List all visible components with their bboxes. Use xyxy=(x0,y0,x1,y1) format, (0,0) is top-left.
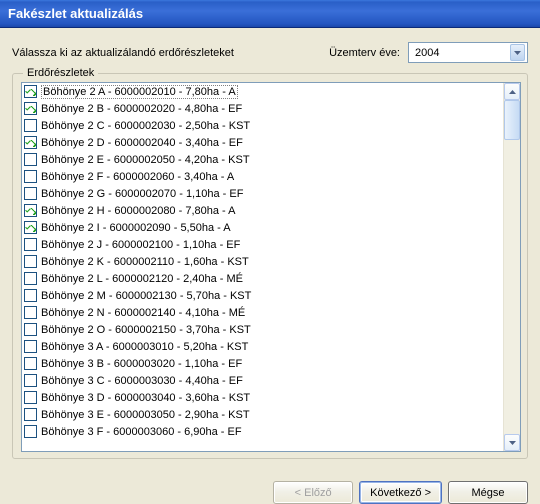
list-item-label: Böhönye 2 F - 6000002060 - 3,40ha - A xyxy=(41,171,234,183)
list-item[interactable]: Böhönye 2 J - 6000002100 - 1,10ha - EF xyxy=(22,236,503,253)
top-row: Válassza ki az aktualizálandó erdőrészle… xyxy=(12,42,528,63)
list-item-label: Böhönye 2 A - 6000002010 - 7,80ha - A xyxy=(41,85,238,99)
checkbox[interactable] xyxy=(24,408,37,421)
checkbox[interactable] xyxy=(24,323,37,336)
list-item[interactable]: Böhönye 2 D - 6000002040 - 3,40ha - EF xyxy=(22,134,503,151)
checkbox[interactable] xyxy=(24,119,37,132)
checkbox[interactable] xyxy=(24,238,37,251)
vertical-scrollbar[interactable] xyxy=(503,83,520,451)
groupbox-title: Erdőrészletek xyxy=(23,67,98,79)
list-item-label: Böhönye 2 C - 6000002030 - 2,50ha - KST xyxy=(41,120,250,132)
checkbox[interactable] xyxy=(24,170,37,183)
wizard-buttons: < Előző Következő > Mégse xyxy=(0,469,540,504)
list-item[interactable]: Böhönye 2 F - 6000002060 - 3,40ha - A xyxy=(22,168,503,185)
list-item-label: Böhönye 2 M - 6000002130 - 5,70ha - KST xyxy=(41,290,251,302)
list-item[interactable]: Böhönye 2 O - 6000002150 - 3,70ha - KST xyxy=(22,321,503,338)
checkbox[interactable] xyxy=(24,306,37,319)
back-button-label: < Előző xyxy=(295,487,332,499)
checkbox[interactable] xyxy=(24,425,37,438)
chevron-down-icon xyxy=(510,44,525,61)
list-item-label: Böhönye 2 N - 6000002140 - 4,10ha - MÉ xyxy=(41,307,245,319)
plan-year-select[interactable]: 2004 xyxy=(408,42,528,63)
checkbox[interactable] xyxy=(24,289,37,302)
parcels-items: Böhönye 2 A - 6000002010 - 7,80ha - A Böh… xyxy=(22,83,503,451)
list-item-label: Böhönye 3 A - 6000003010 - 5,20ha - KST xyxy=(41,341,248,353)
plan-year-label: Üzemterv éve: xyxy=(329,47,400,59)
list-item-label: Böhönye 2 H - 6000002080 - 7,80ha - A xyxy=(41,205,235,217)
checkbox[interactable] xyxy=(24,272,37,285)
list-item-label: Böhönye 2 K - 6000002110 - 1,60ha - KST xyxy=(41,256,249,268)
list-item[interactable]: Böhönye 2 N - 6000002140 - 4,10ha - MÉ xyxy=(22,304,503,321)
list-item-label: Böhönye 2 G - 6000002070 - 1,10ha - EF xyxy=(41,188,243,200)
titlebar: Fakészlet aktualizálás xyxy=(0,0,540,28)
checkbox[interactable] xyxy=(24,340,37,353)
list-item-label: Böhönye 3 E - 6000003050 - 2,90ha - KST xyxy=(41,409,250,421)
list-item-label: Böhönye 3 C - 6000003030 - 4,40ha - EF xyxy=(41,375,243,387)
list-item-label: Böhönye 2 B - 6000002020 - 4,80ha - EF xyxy=(41,103,242,115)
checkbox[interactable] xyxy=(24,204,37,217)
parcels-groupbox: Erdőrészletek Böhönye 2 A - 6000002010 -… xyxy=(12,73,528,459)
plan-year-value: 2004 xyxy=(415,47,439,59)
list-item-label: Böhönye 2 I - 6000002090 - 5,50ha - A xyxy=(41,222,231,234)
list-item[interactable]: Böhönye 2 G - 6000002070 - 1,10ha - EF xyxy=(22,185,503,202)
list-item-label: Böhönye 2 J - 6000002100 - 1,10ha - EF xyxy=(41,239,240,251)
parcels-listbox: Böhönye 2 A - 6000002010 - 7,80ha - A Böh… xyxy=(21,82,521,452)
list-item-label: Böhönye 3 F - 6000003060 - 6,90ha - EF xyxy=(41,426,242,438)
list-item[interactable]: Böhönye 2 A - 6000002010 - 7,80ha - A xyxy=(22,83,503,100)
checkbox[interactable] xyxy=(24,221,37,234)
window-title: Fakészlet aktualizálás xyxy=(8,6,143,21)
checkbox[interactable] xyxy=(24,153,37,166)
list-item-label: Böhönye 2 D - 6000002040 - 3,40ha - EF xyxy=(41,137,243,149)
list-item[interactable]: Böhönye 3 C - 6000003030 - 4,40ha - EF xyxy=(22,372,503,389)
scroll-track[interactable] xyxy=(504,140,520,434)
list-item-label: Böhönye 3 B - 6000003020 - 1,10ha - EF xyxy=(41,358,242,370)
list-item[interactable]: Böhönye 2 M - 6000002130 - 5,70ha - KST xyxy=(22,287,503,304)
scroll-down-button[interactable] xyxy=(504,434,520,451)
list-item[interactable]: Böhönye 3 F - 6000003060 - 6,90ha - EF xyxy=(22,423,503,440)
list-item-label: Böhönye 3 D - 6000003040 - 3,60ha - KST xyxy=(41,392,250,404)
checkbox[interactable] xyxy=(24,187,37,200)
list-item[interactable]: Böhönye 2 B - 6000002020 - 4,80ha - EF xyxy=(22,100,503,117)
instruction-text: Válassza ki az aktualizálandó erdőrészle… xyxy=(12,47,329,59)
next-button-label: Következő > xyxy=(370,487,431,499)
list-item[interactable]: Böhönye 2 E - 6000002050 - 4,20ha - KST xyxy=(22,151,503,168)
list-item[interactable]: Böhönye 2 L - 6000002120 - 2,40ha - MÉ xyxy=(22,270,503,287)
client-area: Válassza ki az aktualizálandó erdőrészle… xyxy=(0,28,540,469)
cancel-button-label: Mégse xyxy=(471,487,504,499)
list-item[interactable]: Böhönye 2 I - 6000002090 - 5,50ha - A xyxy=(22,219,503,236)
scroll-up-button[interactable] xyxy=(504,83,520,100)
list-item[interactable]: Böhönye 3 D - 6000003040 - 3,60ha - KST xyxy=(22,389,503,406)
list-item-label: Böhönye 2 E - 6000002050 - 4,20ha - KST xyxy=(41,154,250,166)
list-item[interactable]: Böhönye 3 E - 6000003050 - 2,90ha - KST xyxy=(22,406,503,423)
checkbox[interactable] xyxy=(24,391,37,404)
checkbox[interactable] xyxy=(24,136,37,149)
list-item[interactable]: Böhönye 2 C - 6000002030 - 2,50ha - KST xyxy=(22,117,503,134)
checkbox[interactable] xyxy=(24,85,37,98)
list-item[interactable]: Böhönye 2 K - 6000002110 - 1,60ha - KST xyxy=(22,253,503,270)
checkbox[interactable] xyxy=(24,357,37,370)
checkbox[interactable] xyxy=(24,374,37,387)
checkbox[interactable] xyxy=(24,102,37,115)
list-item-label: Böhönye 2 L - 6000002120 - 2,40ha - MÉ xyxy=(41,273,243,285)
list-item[interactable]: Böhönye 3 A - 6000003010 - 5,20ha - KST xyxy=(22,338,503,355)
list-item[interactable]: Böhönye 2 H - 6000002080 - 7,80ha - A xyxy=(22,202,503,219)
scroll-thumb[interactable] xyxy=(504,100,520,140)
list-item[interactable]: Böhönye 3 B - 6000003020 - 1,10ha - EF xyxy=(22,355,503,372)
list-item-label: Böhönye 2 O - 6000002150 - 3,70ha - KST xyxy=(41,324,251,336)
checkbox[interactable] xyxy=(24,255,37,268)
